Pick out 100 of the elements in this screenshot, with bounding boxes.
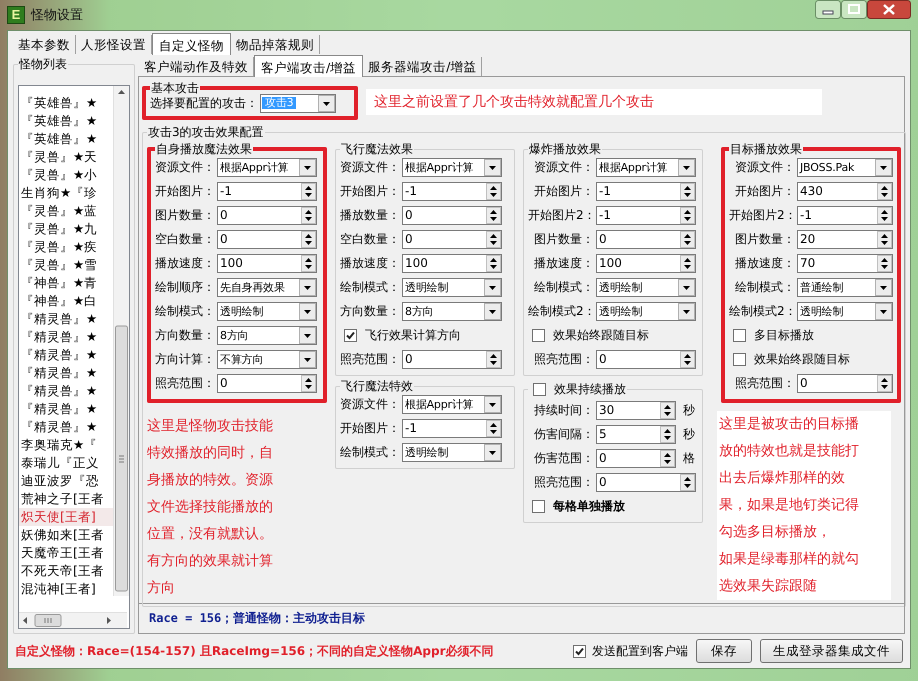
list-item[interactable]: 『英雄兽』★ [19,130,113,148]
spinner-field[interactable]: 0 [217,374,317,392]
spinner-arrows-icon[interactable] [486,254,501,272]
tab[interactable]: 自定义怪物 [152,33,231,55]
footer-button[interactable]: 生成登录器集成文件 [760,639,903,663]
spinner-field[interactable]: 430 [797,182,893,200]
list-item[interactable]: 『灵兽』★蓝 [19,202,113,220]
spinner-arrows-icon[interactable] [680,230,695,248]
spinner-arrows-icon[interactable] [877,254,892,272]
spinner-arrows-icon[interactable] [486,420,501,436]
dropdown[interactable]: 根据Appr计算 [402,394,502,414]
dropdown[interactable]: 先自身再效果 [217,278,317,296]
list-item[interactable]: 『英雄兽』★ [19,94,113,112]
dropdown[interactable]: 透明绘制 [596,302,696,320]
spinner-arrows-icon[interactable] [301,374,316,392]
spinner-field[interactable]: 5 [596,424,676,444]
spinner-arrows-icon[interactable] [660,450,675,466]
list-item[interactable]: 『灵兽』★疾 [19,238,113,256]
spinner-field[interactable]: 100 [217,254,317,272]
spinner-field[interactable]: 30 [596,400,676,420]
dropdown[interactable]: 透明绘制 [402,278,502,296]
dropdown[interactable]: 根据Appr计算 [596,158,696,176]
list-item[interactable]: 荒神之子[王者 [19,490,113,508]
list-item[interactable]: 李奥瑞克★『 [19,436,113,454]
minimize-icon[interactable] [815,0,841,19]
checkbox[interactable] [532,500,545,512]
dropdown[interactable]: 根据Appr计算 [217,158,317,176]
dropdown[interactable]: 8方向 [217,326,317,344]
close-icon[interactable] [867,0,911,19]
spinner-field[interactable]: -1 [596,206,696,224]
spinner-field[interactable]: 0 [402,230,502,248]
spinner-field[interactable]: 0 [217,230,317,248]
checkbox[interactable] [733,328,746,342]
dropdown[interactable]: 透明绘制 [797,302,893,320]
tab[interactable]: 客户端攻击/增益 [254,55,364,77]
list-item[interactable]: 『精灵兽』★ [19,346,113,364]
spinner-arrows-icon[interactable] [660,426,675,442]
spinner-arrows-icon[interactable] [486,350,501,368]
dropdown[interactable]: 不算方向 [217,350,317,368]
list-item[interactable]: 泰瑞儿『正义 [19,454,113,472]
spinner-arrows-icon[interactable] [486,206,501,224]
list-item[interactable]: 不死天帝[王者 [19,562,113,580]
list-item[interactable]: 迪亚波罗『恐 [19,472,113,490]
spinner-field[interactable]: 0 [596,472,696,492]
spinner-field[interactable]: 0 [797,374,893,392]
list-item[interactable]: 『神兽』★白 [19,292,113,310]
list-item[interactable]: 『灵兽』★天 [19,148,113,166]
spinner-field[interactable]: 70 [797,254,893,272]
spinner-field[interactable]: -1 [596,182,696,200]
spinner-arrows-icon[interactable] [680,350,695,368]
maximize-icon[interactable] [841,0,867,19]
list-item[interactable]: 『灵兽』★雪 [19,256,113,274]
spinner-field[interactable]: 0 [217,206,317,224]
spinner-arrows-icon[interactable] [301,206,316,224]
dropdown[interactable]: 透明绘制 [402,442,502,462]
checkbox[interactable] [733,352,746,366]
spinner-field[interactable]: 0 [402,206,502,224]
dropdown[interactable]: 8方向 [402,302,502,320]
checkbox[interactable] [573,644,586,658]
list-item[interactable]: 『精灵兽』★ [19,400,113,418]
spinner-arrows-icon[interactable] [680,474,695,490]
spinner-arrows-icon[interactable] [877,182,892,200]
dropdown[interactable]: JBOSS.Pak [797,158,893,176]
spinner-arrows-icon[interactable] [486,182,501,200]
spinner-arrows-icon[interactable] [660,402,675,418]
spinner-arrows-icon[interactable] [680,254,695,272]
spinner-arrows-icon[interactable] [680,206,695,224]
checkbox[interactable] [532,328,545,342]
list-item[interactable]: 混沌神[王者] [19,580,113,598]
checkbox[interactable] [533,382,546,396]
spinner-field[interactable]: 0 [596,350,696,368]
list-item[interactable]: 生肖狗★『珍 [19,184,113,202]
list-item[interactable]: 炽天使[王者] [19,508,113,526]
vertical-scrollbar[interactable] [113,86,129,596]
checkbox[interactable] [344,328,357,342]
dropdown[interactable]: 透明绘制 [217,302,317,320]
horizontal-scrollbar[interactable] [19,612,127,628]
spinner-field[interactable]: 0 [596,230,696,248]
spinner-arrows-icon[interactable] [680,182,695,200]
list-item[interactable]: 『精灵兽』★ [19,364,113,382]
dropdown[interactable]: 透明绘制 [596,278,696,296]
spinner-arrows-icon[interactable] [301,182,316,200]
list-item[interactable]: 『精灵兽』★ [19,382,113,400]
spinner-arrows-icon[interactable] [877,374,892,392]
dropdown[interactable]: 根据Appr计算 [402,158,502,176]
spinner-field[interactable]: 20 [797,230,893,248]
list-item[interactable]: 『精灵兽』★ [19,310,113,328]
spinner-field[interactable]: 0 [596,448,676,468]
spinner-arrows-icon[interactable] [877,230,892,248]
spinner-field[interactable]: -1 [402,418,502,438]
footer-button[interactable]: 保存 [696,639,752,663]
spinner-field[interactable]: -1 [217,182,317,200]
spinner-arrows-icon[interactable] [301,254,316,272]
list-item[interactable]: 『灵兽』★九 [19,220,113,238]
dropdown[interactable]: 普通绘制 [797,278,893,296]
list-item[interactable]: 妖佛如来[王者 [19,526,113,544]
spinner-arrows-icon[interactable] [486,230,501,248]
spinner-field[interactable]: 100 [402,254,502,272]
spinner-field[interactable]: -1 [402,182,502,200]
list-item[interactable]: 天魔帝王[王者 [19,544,113,562]
